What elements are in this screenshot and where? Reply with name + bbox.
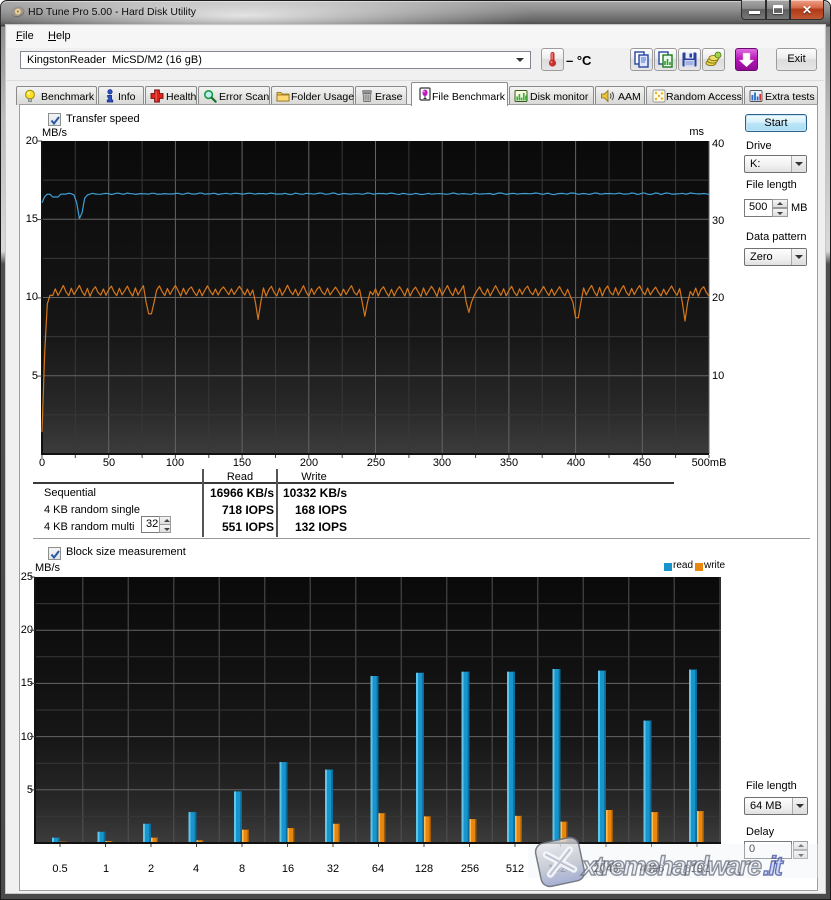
svg-text:.it: .it xyxy=(763,851,784,881)
svg-text:xtremehardware: xtremehardware xyxy=(580,851,761,881)
